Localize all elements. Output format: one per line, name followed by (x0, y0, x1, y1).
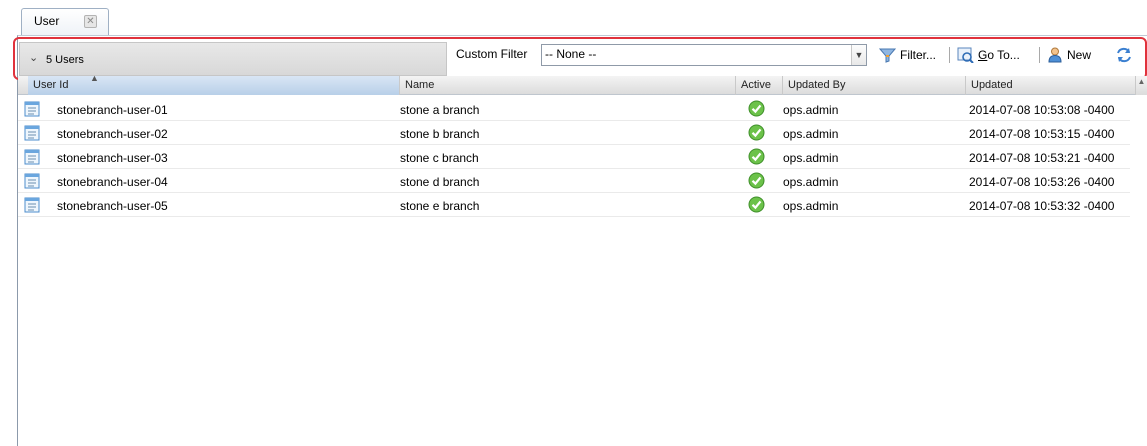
updated-by-cell: ops.admin (783, 103, 839, 117)
check-circle-icon (748, 100, 765, 117)
table-row[interactable]: stonebranch-user-04 stone d branch ops.a… (18, 169, 1130, 193)
check-circle-icon (748, 196, 765, 213)
column-header-user-id[interactable]: User Id ▲ (28, 73, 400, 95)
tab-user[interactable]: User ✕ (21, 8, 109, 36)
updated-by-cell: ops.admin (783, 175, 839, 189)
check-circle-icon (748, 148, 765, 165)
toolbar-separator (1039, 47, 1040, 63)
record-count-label: 5 Users (46, 54, 84, 66)
add-user-icon (1048, 47, 1062, 63)
new-button-label: New (1067, 48, 1092, 62)
filter-button-label: Filter... (900, 48, 937, 62)
check-circle-icon (748, 172, 765, 189)
updated-cell: 2014-07-08 10:53:26 -0400 (969, 175, 1115, 189)
custom-filter-label: Custom Filter (456, 47, 528, 61)
table-row[interactable]: stonebranch-user-02 stone b branch ops.a… (18, 121, 1130, 145)
updated-by-cell: ops.admin (783, 151, 839, 165)
updated-cell: 2014-07-08 10:53:32 -0400 (969, 199, 1115, 213)
custom-filter-select[interactable]: -- None -- ▼ (541, 44, 867, 66)
user-id-cell[interactable]: stonebranch-user-02 (57, 127, 168, 141)
name-cell: stone a branch (400, 103, 480, 117)
group-header[interactable]: ⌄ 5 Users (19, 42, 447, 76)
chevron-down-icon[interactable]: ▼ (851, 45, 866, 65)
record-icon (24, 173, 40, 189)
user-id-cell[interactable]: stonebranch-user-01 (57, 103, 168, 117)
table-row[interactable]: stonebranch-user-01 stone a branch ops.a… (18, 97, 1130, 121)
column-header-name[interactable]: Name (400, 76, 736, 95)
column-header-updated-by[interactable]: Updated By (783, 76, 966, 95)
record-icon (24, 197, 40, 213)
record-icon (24, 125, 40, 141)
name-cell: stone d branch (400, 175, 480, 189)
user-id-cell[interactable]: stonebranch-user-05 (57, 199, 168, 213)
filter-button[interactable]: Filter... (879, 46, 936, 64)
user-id-cell[interactable]: stonebranch-user-03 (57, 151, 168, 165)
column-header-updated[interactable]: Updated (966, 76, 1136, 95)
toolbar-separator (949, 47, 950, 63)
tab-user-label: User (34, 14, 60, 28)
goto-button-label: Go To... (978, 48, 1020, 62)
refresh-button[interactable] (1115, 46, 1137, 64)
updated-cell: 2014-07-08 10:53:15 -0400 (969, 127, 1115, 141)
new-button[interactable]: New (1047, 46, 1091, 64)
updated-cell: 2014-07-08 10:53:08 -0400 (969, 103, 1115, 117)
record-icon (24, 149, 40, 165)
scrollbar-up-arrow[interactable]: ▲ (1136, 77, 1147, 95)
updated-by-cell: ops.admin (783, 199, 839, 213)
name-cell: stone e branch (400, 199, 480, 213)
goto-search-icon (957, 47, 974, 63)
sort-ascending-icon: ▲ (90, 73, 99, 83)
grid-header: User Id ▲ Name Active Updated By Updated (18, 73, 1147, 95)
updated-cell: 2014-07-08 10:53:21 -0400 (969, 151, 1115, 165)
close-icon[interactable]: ✕ (84, 15, 97, 28)
chevron-down-icon[interactable]: ⌄ (29, 51, 38, 64)
goto-button[interactable]: Go To... (957, 46, 1020, 64)
table-row[interactable]: stonebranch-user-05 stone e branch ops.a… (18, 193, 1130, 217)
custom-filter-value: -- None -- (545, 47, 597, 61)
name-cell: stone c branch (400, 151, 479, 165)
updated-by-cell: ops.admin (783, 127, 839, 141)
name-cell: stone b branch (400, 127, 480, 141)
record-icon (24, 101, 40, 117)
refresh-icon (1117, 47, 1131, 63)
user-id-cell[interactable]: stonebranch-user-04 (57, 175, 168, 189)
column-header-active[interactable]: Active (736, 76, 783, 95)
funnel-icon (879, 48, 896, 63)
tab-strip: User ✕ (0, 0, 1147, 36)
table-row[interactable]: stonebranch-user-03 stone c branch ops.a… (18, 145, 1130, 169)
check-circle-icon (748, 124, 765, 141)
